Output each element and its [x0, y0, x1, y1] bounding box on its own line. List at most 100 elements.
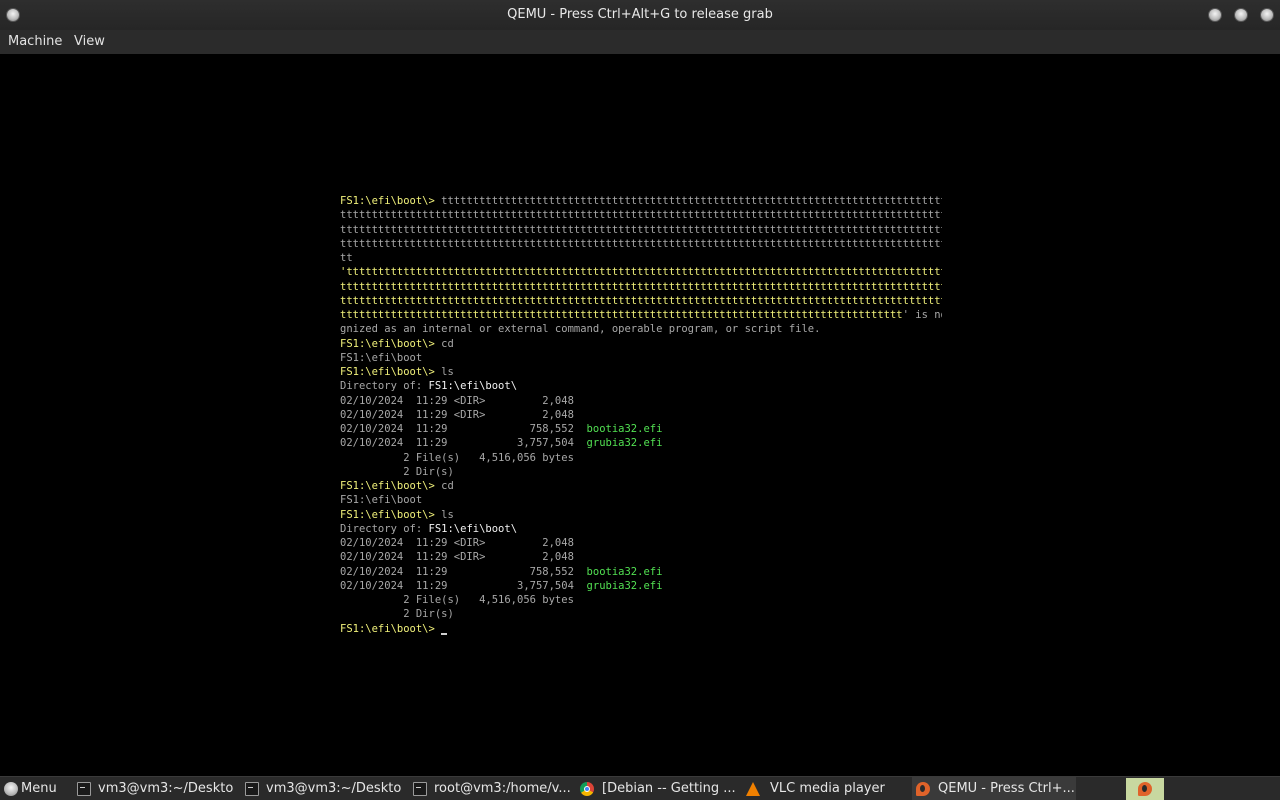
console-line: FS1:\efi\boot: [340, 351, 942, 365]
console-filename: grubia32.efi: [586, 579, 663, 592]
console-text: 2 Dir(s): [340, 608, 454, 621]
console-text: 02/10/2024 11:29 758,552: [340, 565, 587, 578]
close-icon[interactable]: [1260, 8, 1274, 22]
console-line: tttttttttttttttttttttttttttttttttttttttt…: [340, 223, 942, 237]
console-text: 02/10/2024 11:29 3,757,504: [340, 437, 587, 450]
terminal-icon: [77, 782, 91, 796]
console-prompt: FS1:\efi\boot\>: [340, 195, 442, 207]
console-line: tttttttttttttttttttttttttttttttttttttttt…: [340, 308, 942, 322]
console-text: FS1:\efi\boot: [340, 351, 423, 364]
console-line: Directory of: FS1:\efi\boot\: [340, 379, 942, 393]
console-text: 02/10/2024 11:29 <DIR> 2,048: [340, 551, 574, 564]
console-line: 'ttttttttttttttttttttttttttttttttttttttt…: [340, 265, 942, 279]
console-prompt: FS1:\efi\boot\>: [340, 622, 442, 635]
taskbar-item-terminal-root[interactable]: root@vm3:/home/v...: [408, 777, 570, 800]
console-line: 02/10/2024 11:29 3,757,504 grubia32.efi: [340, 436, 942, 450]
console-text: gnized as an internal or external comman…: [340, 323, 821, 336]
console-text: Directory of:: [340, 380, 429, 393]
start-menu-button[interactable]: Menu: [0, 777, 64, 800]
window-title: QEMU - Press Ctrl+Alt+G to release grab: [507, 7, 773, 22]
console-filename: grubia32.efi: [586, 437, 663, 450]
console-prompt: 'ttttttttttttttttttttttttttttttttttttttt…: [340, 266, 942, 279]
console-text: 02/10/2024 11:29 <DIR> 2,048: [340, 394, 574, 407]
console-text: 2 File(s) 4,516,056 bytes: [340, 451, 574, 464]
console-text: cd: [441, 337, 454, 350]
vm-display[interactable]: FS1:\efi\boot\> tttttttttttttttttttttttt…: [0, 54, 1280, 776]
console-line: 02/10/2024 11:29 <DIR> 2,048: [340, 536, 942, 550]
console-filename: bootia32.efi: [586, 423, 663, 435]
taskbar-item-label: root@vm3:/home/v...: [434, 781, 570, 796]
console-text: FS1:\efi\boot: [340, 494, 423, 507]
console-text: 02/10/2024 11:29 <DIR> 2,048: [340, 408, 574, 421]
console-line: 2 File(s) 4,516,056 bytes: [340, 593, 942, 607]
console-text: 02/10/2024 11:29 3,757,504: [340, 579, 587, 592]
console-line: FS1:\efi\boot\>: [340, 622, 942, 636]
chrome-icon: [580, 782, 594, 796]
console-line: 2 Dir(s): [340, 607, 942, 621]
maximize-icon[interactable]: [1234, 8, 1248, 22]
console-text: tttttttttttttttttttttttttttttttttttttttt…: [340, 209, 942, 222]
menu-machine[interactable]: Machine: [8, 30, 62, 54]
console-text: ls: [441, 366, 454, 378]
console-text: 02/10/2024 11:29 <DIR> 2,048: [340, 537, 574, 549]
vlc-icon: [746, 782, 760, 796]
qemu-icon: [916, 782, 930, 796]
console-line: 02/10/2024 11:29 <DIR> 2,048: [340, 394, 942, 408]
console-text: FS1:\efi\boot\: [428, 380, 518, 393]
console-prompt: FS1:\efi\boot\>: [340, 337, 442, 350]
console-line: gnized as an internal or external comman…: [340, 322, 942, 336]
console-line: 02/10/2024 11:29 758,552 bootia32.efi: [340, 422, 942, 436]
taskbar-item-label: [Debian -- Getting ...: [602, 781, 736, 796]
taskbar: Menu vm3@vm3:~/Desktop vm3@vm3:~/Deskto.…: [0, 776, 1280, 800]
console-line: FS1:\efi\boot\> cd: [340, 337, 942, 351]
text-cursor: [441, 632, 448, 635]
taskbar-item-terminal-desktop[interactable]: vm3@vm3:~/Desktop: [72, 777, 234, 800]
console-text: 2 File(s) 4,516,056 bytes: [340, 594, 574, 606]
menu-view[interactable]: View: [74, 30, 105, 54]
console-line: 02/10/2024 11:29 3,757,504 grubia32.efi: [340, 579, 942, 593]
console-prompt: FS1:\efi\boot\>: [340, 508, 442, 521]
terminal-icon: [413, 782, 427, 796]
console-text: Directory of:: [340, 522, 429, 535]
console-line: FS1:\efi\boot\> ls: [340, 508, 942, 522]
start-menu-label: Menu: [21, 781, 57, 796]
taskbar-item-terminal-desktop-2[interactable]: vm3@vm3:~/Deskto...: [240, 777, 402, 800]
menu-icon: [4, 782, 18, 796]
console-line: FS1:\efi\boot\> cd: [340, 479, 942, 493]
menu-bar: Machine View: [0, 30, 1280, 54]
console-line: tttttttttttttttttttttttttttttttttttttttt…: [340, 208, 942, 222]
console-text: tt: [340, 252, 353, 264]
terminal-icon: [245, 782, 259, 796]
console-line: 02/10/2024 11:29 758,552 bootia32.efi: [340, 565, 942, 579]
console-line: FS1:\efi\boot\> ls: [340, 365, 942, 379]
console-line: Directory of: FS1:\efi\boot\: [340, 522, 942, 536]
console-filename: bootia32.efi: [586, 565, 663, 578]
console-prompt: tttttttttttttttttttttttttttttttttttttttt…: [340, 280, 942, 293]
console-text: tttttttttttttttttttttttttttttttttttttttt…: [441, 195, 942, 207]
console-line: 2 File(s) 4,516,056 bytes: [340, 451, 942, 465]
console-line: 02/10/2024 11:29 <DIR> 2,048: [340, 408, 942, 422]
console-line: tttttttttttttttttttttttttttttttttttttttt…: [340, 237, 942, 251]
console-prompt: FS1:\efi\boot\>: [340, 366, 442, 378]
console-text: tttttttttttttttttttttttttttttttttttttttt…: [340, 237, 942, 250]
console-text: 2 Dir(s): [340, 465, 454, 478]
minimize-icon[interactable]: [1208, 8, 1222, 22]
console-text: tttttttttttttttttttttttttttttttttttttttt…: [340, 223, 942, 236]
taskbar-item-qemu[interactable]: QEMU - Press Ctrl+...: [912, 777, 1076, 800]
uefi-shell-console: FS1:\efi\boot\> tttttttttttttttttttttttt…: [340, 194, 942, 636]
qemu-tray-icon[interactable]: [1138, 782, 1152, 796]
console-line: tttttttttttttttttttttttttttttttttttttttt…: [340, 294, 942, 308]
taskbar-item-vlc[interactable]: VLC media player: [744, 777, 906, 800]
console-line: FS1:\efi\boot: [340, 493, 942, 507]
console-text: ' is not reco: [902, 309, 942, 321]
window-titlebar[interactable]: QEMU - Press Ctrl+Alt+G to release grab: [0, 0, 1280, 30]
taskbar-item-browser[interactable]: [Debian -- Getting ...: [576, 777, 738, 800]
console-text: ls: [441, 508, 454, 521]
system-tray[interactable]: [1126, 778, 1164, 800]
console-text: FS1:\efi\boot\: [428, 522, 518, 535]
console-prompt: tttttttttttttttttttttttttttttttttttttttt…: [340, 309, 903, 321]
console-text: 02/10/2024 11:29 758,552: [340, 423, 587, 435]
console-text: cd: [441, 480, 454, 492]
console-prompt: FS1:\efi\boot\>: [340, 480, 442, 492]
console-line: 2 Dir(s): [340, 465, 942, 479]
